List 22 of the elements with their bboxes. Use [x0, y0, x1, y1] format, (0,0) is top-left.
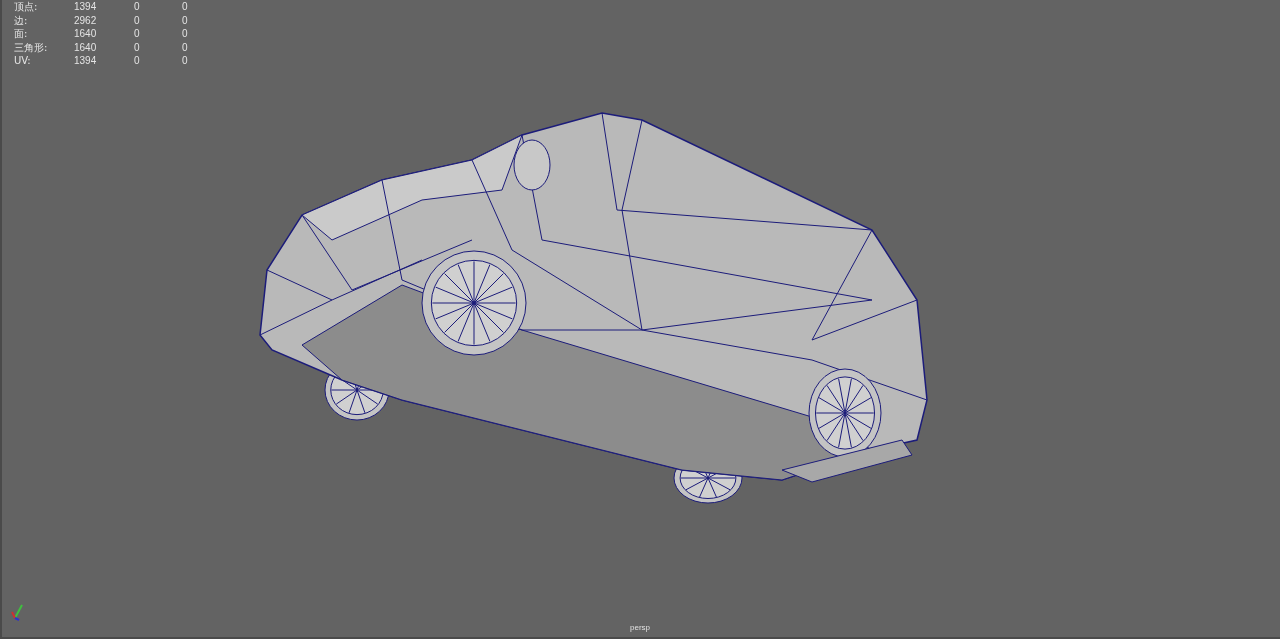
stat-value: 1640 — [74, 40, 98, 54]
stat-label: 边: — [14, 13, 29, 27]
stat-value: 1394 — [74, 0, 98, 14]
stat-label: 顶点: — [14, 0, 39, 14]
stat-value: 1394 — [74, 54, 98, 68]
stat-value: 0 — [182, 40, 189, 54]
camera-label: persp — [630, 622, 650, 634]
stat-value: 0 — [134, 27, 141, 41]
axis-icon — [11, 604, 23, 621]
stat-value: 0 — [182, 13, 189, 27]
stat-value: 0 — [134, 40, 141, 54]
stat-value: 0 — [182, 54, 189, 68]
stat-label: UV: — [14, 54, 32, 68]
stat-value: 2962 — [74, 13, 98, 27]
stat-value: 1640 — [74, 27, 98, 41]
stat-value: 0 — [134, 54, 141, 68]
stat-value: 0 — [134, 0, 141, 14]
stat-label: 三角形: — [14, 40, 49, 54]
stat-value: 0 — [182, 0, 189, 14]
stat-value: 0 — [182, 27, 189, 41]
stat-label: 面: — [14, 27, 29, 41]
stat-value: 0 — [134, 13, 141, 27]
